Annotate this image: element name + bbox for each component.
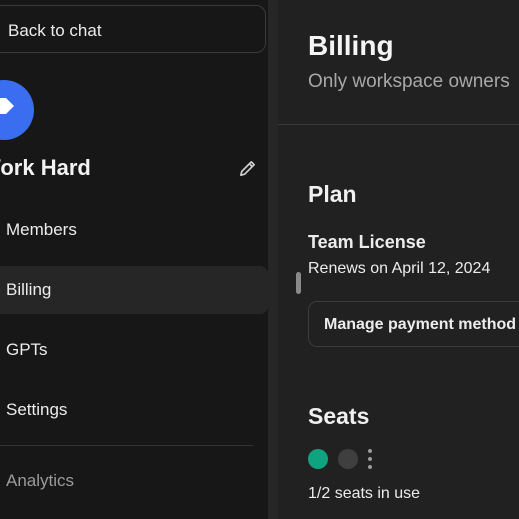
- sidebar: Back to chat Work Hard Members Billing G…: [0, 0, 268, 519]
- scrollbar-thumb[interactable]: [296, 272, 301, 294]
- sidebar-item-billing[interactable]: Billing: [0, 266, 268, 314]
- sidebar-item-members[interactable]: Members: [0, 206, 268, 254]
- plan-heading: Plan: [308, 181, 357, 207]
- sidebar-item-label: Members: [6, 220, 77, 239]
- main-content: Billing Only workspace owners Plan Team …: [278, 0, 519, 519]
- sidebar-item-analytics[interactable]: Analytics: [0, 457, 268, 505]
- more-vertical-icon[interactable]: [367, 447, 373, 471]
- sidebar-item-label: Billing: [6, 280, 52, 299]
- workspace-avatar: [0, 80, 34, 140]
- page-subtitle: Only workspace owners: [308, 71, 510, 92]
- pencil-icon[interactable]: [238, 159, 257, 178]
- back-to-chat-label: Back to chat: [8, 21, 102, 40]
- page-title: Billing: [308, 30, 394, 61]
- sidebar-item-label: Settings: [6, 400, 68, 419]
- tag-icon: [0, 98, 14, 114]
- app-root: Back to chat Work Hard Members Billing G…: [0, 0, 519, 519]
- seat-free-indicator: [338, 449, 358, 469]
- page-header: Billing Only workspace owners: [278, 0, 519, 125]
- sidebar-item-label: Analytics: [6, 471, 75, 490]
- seats-heading: Seats: [308, 403, 370, 429]
- workspace-name: Work Hard: [0, 155, 91, 180]
- sidebar-separator: [268, 0, 278, 519]
- seat-used-indicator: [308, 449, 328, 469]
- sidebar-item-label: GPTs: [6, 340, 48, 359]
- plan-renewal-date: Renews on April 12, 2024: [308, 260, 491, 277]
- plan-name: Team License: [308, 232, 426, 252]
- seats-usage: 1/2 seats in use: [308, 485, 421, 502]
- manage-payment-label: Manage payment method: [324, 316, 517, 333]
- manage-payment-button[interactable]: Manage payment method: [308, 301, 519, 347]
- back-to-chat-button[interactable]: Back to chat: [0, 5, 266, 53]
- sidebar-item-gpts[interactable]: GPTs: [0, 326, 268, 374]
- sidebar-item-settings[interactable]: Settings: [0, 386, 268, 434]
- sidebar-divider: [0, 445, 253, 446]
